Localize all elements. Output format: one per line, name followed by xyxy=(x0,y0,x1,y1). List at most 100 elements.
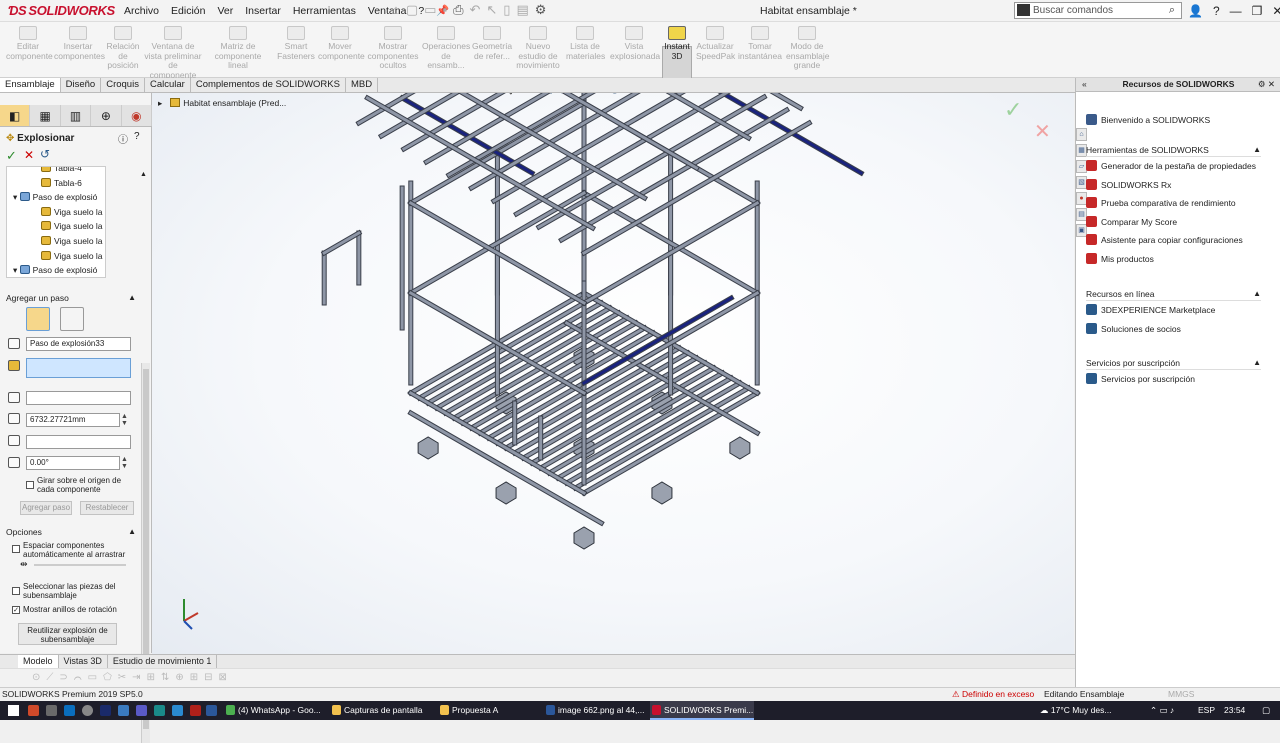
file-props-icon[interactable]: ▤ xyxy=(516,2,528,18)
input-language[interactable]: ESP xyxy=(1198,701,1215,720)
tree-item[interactable]: Tabla-6 xyxy=(7,176,105,191)
resources-tab-icon[interactable]: ⌂ xyxy=(1076,128,1087,141)
subs-chevron-icon[interactable]: ▲ xyxy=(1253,357,1261,369)
tray-icons[interactable]: ⌃ ▭ ♪ xyxy=(1150,701,1174,720)
close-icon[interactable]: ✕ xyxy=(1272,0,1280,22)
print-icon[interactable]: ⎙ xyxy=(453,2,463,18)
command-button-16[interactable]: Modo de ensamblaje grande xyxy=(786,26,829,71)
foundation-block[interactable] xyxy=(573,526,595,550)
exploded-structure-model[interactable] xyxy=(152,93,1074,654)
new-icon[interactable]: ▢ xyxy=(406,2,418,18)
tab-modelo[interactable]: Modelo xyxy=(18,655,59,668)
tree-item[interactable]: Viga suelo la xyxy=(7,234,105,249)
add-step-button[interactable]: Agregar paso xyxy=(20,501,72,515)
windows-start-icon[interactable] xyxy=(8,705,19,716)
command-button-9[interactable]: Geometría de refer... xyxy=(472,26,512,61)
file-explorer-taskbar-icon[interactable] xyxy=(46,705,57,716)
status-units[interactable]: MMGS xyxy=(1168,688,1194,701)
save-icon[interactable]: ▪ xyxy=(442,2,447,18)
collapse-chevron-icon[interactable]: ▲ xyxy=(128,291,136,305)
pane-settings-icon[interactable]: ⚙ ✕ xyxy=(1258,78,1275,91)
translate-mode-button[interactable] xyxy=(26,307,50,331)
tab-estudio-movimiento[interactable]: Estudio de movimiento 1 xyxy=(108,655,218,668)
taskbar-app-0[interactable]: (4) WhatsApp - Goo... xyxy=(224,701,328,720)
roof-purlin-face[interactable] xyxy=(559,107,789,243)
command-button-8[interactable]: Operaciones de ensamb... xyxy=(422,26,470,71)
command-button-4[interactable]: Matriz de componente lineal xyxy=(206,26,270,71)
command-button-0[interactable]: Editar componente xyxy=(6,26,53,61)
command-button-11[interactable]: Lista de materiales xyxy=(566,26,605,61)
tab-vistas3d[interactable]: Vistas 3D xyxy=(59,655,108,668)
command-button-6[interactable]: Mover componente xyxy=(318,26,365,61)
window-frame-face[interactable] xyxy=(322,230,361,256)
tools-link-3[interactable]: Comparar My Score xyxy=(1086,213,1261,232)
tools-link-4[interactable]: Asistente para copiar configuraciones xyxy=(1086,231,1261,250)
pinned-app-5-icon[interactable] xyxy=(190,705,201,716)
tree-item[interactable]: ▾ Paso de explosió xyxy=(7,263,105,277)
pinned-app-2-icon[interactable] xyxy=(136,705,147,716)
welcome-item[interactable]: Bienvenido a SOLIDWORKS xyxy=(1086,111,1261,130)
roof-purlin-face[interactable] xyxy=(581,120,812,256)
config-manager-icon[interactable]: ▥ xyxy=(61,105,92,126)
selected-beam[interactable] xyxy=(697,93,865,177)
tab-diseno[interactable]: Diseño xyxy=(61,78,102,92)
options-chevron-icon[interactable]: ▲ xyxy=(128,525,136,539)
components-selection-box[interactable] xyxy=(26,358,131,378)
property-manager-icon[interactable]: ▦ xyxy=(30,105,61,126)
online-header[interactable]: Recursos en línea ▲ xyxy=(1086,288,1261,301)
options-gear-icon[interactable]: ⚙ xyxy=(535,2,547,18)
menu-herramientas[interactable]: Herramientas xyxy=(287,0,362,22)
taskbar-app-1[interactable]: Capturas de pantalla xyxy=(330,701,434,720)
open-icon[interactable]: ▭ xyxy=(424,2,436,18)
user-icon[interactable]: 👤 xyxy=(1188,0,1203,22)
tab-mbd[interactable]: MBD xyxy=(346,78,379,92)
tree-item[interactable]: ▾ Paso de explosió xyxy=(7,190,105,205)
display-manager-icon[interactable]: ◉ xyxy=(122,105,153,126)
taskbar-app-3[interactable]: image 662.png al 44,... xyxy=(544,701,648,720)
roof-purlin-face[interactable] xyxy=(536,94,767,230)
tools-link-5[interactable]: Mis productos xyxy=(1086,250,1261,269)
command-button-5[interactable]: Smart Fasteners xyxy=(276,26,316,61)
command-button-14[interactable]: Actualizar SpeedPak xyxy=(696,26,735,61)
ok-check-icon[interactable]: ✓ xyxy=(6,148,17,164)
rotate-mode-button[interactable] xyxy=(60,307,84,331)
tree-item[interactable]: Viga suelo la xyxy=(7,219,105,234)
clock[interactable]: 23:54 xyxy=(1224,701,1245,720)
step-name-input[interactable]: Paso de explosión33 xyxy=(26,337,131,351)
tree-item[interactable]: Tabla-4 xyxy=(7,167,105,176)
rebuild-icon[interactable]: ▯ xyxy=(503,2,510,18)
tab-complementos[interactable]: Complementos de SOLIDWORKS xyxy=(191,78,346,92)
tree-scroll-up-icon[interactable]: ▲ xyxy=(140,171,147,178)
foundation-block[interactable] xyxy=(417,436,439,460)
command-button-13[interactable]: Instant 3D xyxy=(662,26,692,61)
distance-spinner[interactable]: ▲ ▼ xyxy=(121,413,128,427)
tools-link-2[interactable]: Prueba comparativa de rendimiento xyxy=(1086,194,1261,213)
question-circle-icon[interactable]: ? xyxy=(134,131,140,142)
cancel-x-icon[interactable]: ✕ xyxy=(24,148,34,162)
command-button-3[interactable]: Ventana de vista preliminar de component… xyxy=(144,26,202,80)
solidworks-logo[interactable]: ƊS SOLIDWORKS xyxy=(8,3,115,18)
rotate-origin-checkbox[interactable] xyxy=(26,481,34,489)
tools-header[interactable]: Herramientas de SOLIDWORKS ▲ xyxy=(1086,144,1261,157)
rotation-axis-input[interactable] xyxy=(26,435,131,449)
foundation-block[interactable] xyxy=(651,481,673,505)
minimize-icon[interactable]: — xyxy=(1230,0,1242,22)
subs-link-0[interactable]: Servicios por suscripción xyxy=(1086,370,1261,389)
reuse-subassembly-explode-button[interactable]: Reutilizar explosión de subensamblaje xyxy=(18,623,117,645)
office-taskbar-icon[interactable] xyxy=(28,705,39,716)
help-circle-icon[interactable]: ⓘ xyxy=(118,131,128,146)
pinned-app-1-icon[interactable] xyxy=(118,705,129,716)
undo-arrow-icon[interactable]: ↺ xyxy=(40,147,50,161)
online-link-1[interactable]: Soluciones de socios xyxy=(1086,320,1261,339)
tab-ensamblaje[interactable]: Ensamblaje xyxy=(0,78,61,92)
menu-edicion[interactable]: Edición xyxy=(165,0,211,22)
taskbar-app-2[interactable]: Propuesta A xyxy=(438,701,542,720)
select-sub-checkbox[interactable] xyxy=(12,587,20,595)
graphics-area[interactable]: ▸Habitat ensamblaje (Pred... 🔍 ⌕ ✎ ◫ ◈ ◻… xyxy=(152,93,1074,654)
edge-taskbar-icon[interactable] xyxy=(64,705,75,716)
tab-calcular[interactable]: Calcular xyxy=(145,78,191,92)
options-header[interactable]: Opciones ▲ xyxy=(0,525,140,539)
foundation-block[interactable] xyxy=(729,436,751,460)
undo-icon[interactable]: ↶ xyxy=(469,2,480,18)
menu-insertar[interactable]: Insertar xyxy=(239,0,287,22)
